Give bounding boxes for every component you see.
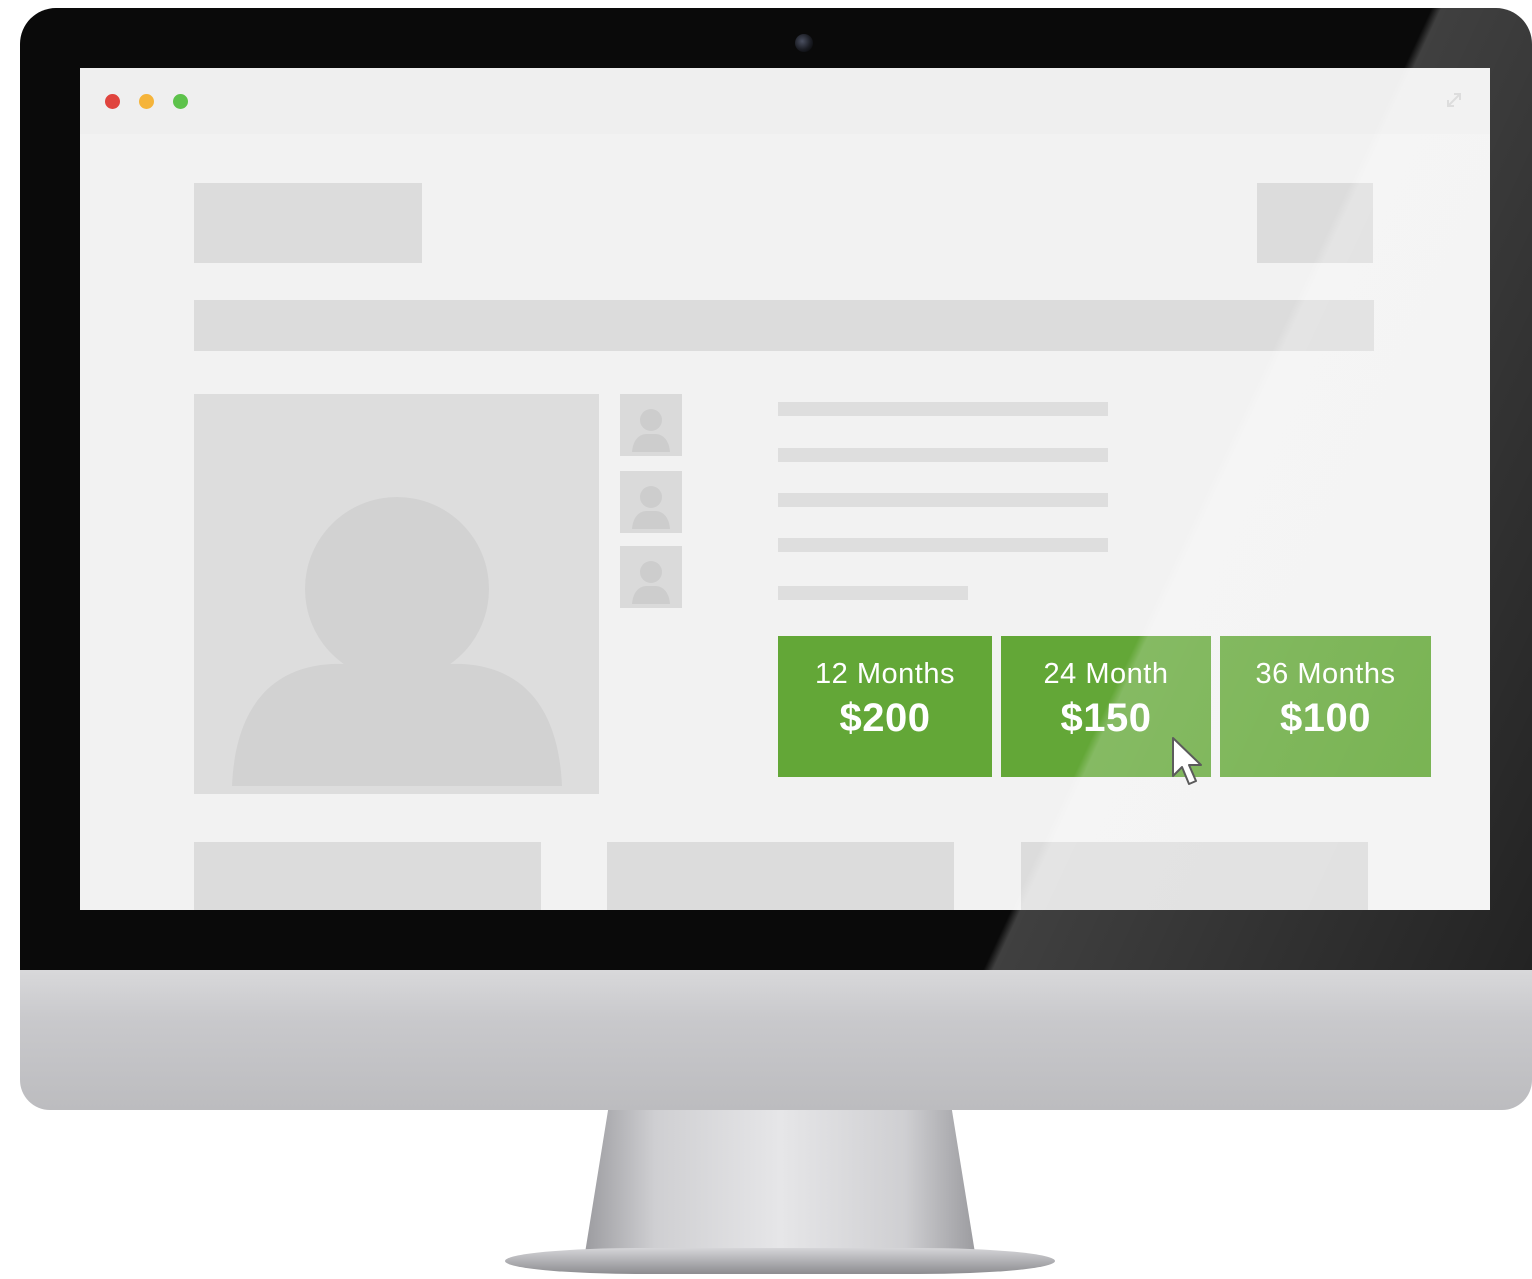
- thumbnail-2[interactable]: [620, 471, 682, 533]
- text-line-placeholder: [778, 586, 968, 600]
- pricing-price-label: $100: [1280, 696, 1371, 740]
- pricing-term-label: 36 Months: [1255, 658, 1396, 690]
- window-title-bar: [80, 68, 1490, 134]
- arrow-pointer-icon: [1172, 737, 1202, 785]
- text-line-placeholder: [778, 448, 1108, 462]
- text-line-placeholder: [778, 538, 1108, 552]
- navigation-bar-placeholder: [194, 300, 1374, 351]
- browser-window: 12 Months $200 24 Month $150 36 Months $…: [80, 68, 1490, 910]
- close-window-button[interactable]: [105, 94, 120, 109]
- pricing-option-36-months[interactable]: 36 Months $100: [1220, 636, 1431, 777]
- content-card-placeholder: [194, 842, 541, 910]
- thumbnail-3[interactable]: [620, 546, 682, 608]
- monitor-stand-neck: [585, 1108, 975, 1253]
- webcam-icon: [795, 34, 813, 52]
- user-avatar-icon: [632, 561, 670, 604]
- pricing-term-label: 12 Months: [815, 658, 955, 690]
- content-card-placeholder: [607, 842, 954, 910]
- pricing-price-label: $200: [839, 696, 931, 740]
- content-card-placeholder: [1021, 842, 1368, 910]
- monitor-stand-foot: [505, 1248, 1055, 1274]
- product-image-placeholder: [194, 394, 599, 794]
- text-line-placeholder: [778, 493, 1108, 507]
- logo-placeholder: [194, 183, 422, 263]
- user-avatar-icon: [632, 409, 670, 452]
- zoom-window-button[interactable]: [173, 94, 188, 109]
- minimize-window-button[interactable]: [139, 94, 154, 109]
- expand-arrows-icon[interactable]: [1444, 90, 1464, 110]
- pricing-option-12-months[interactable]: 12 Months $200: [778, 636, 992, 777]
- user-avatar-icon: [632, 486, 670, 529]
- header-button-placeholder[interactable]: [1257, 183, 1373, 263]
- pricing-term-label: 24 Month: [1043, 658, 1169, 690]
- text-line-placeholder: [778, 402, 1108, 416]
- user-avatar-icon: [232, 497, 562, 786]
- monitor-chin: [20, 968, 1532, 1110]
- pricing-price-label: $150: [1060, 696, 1152, 740]
- thumbnail-1[interactable]: [620, 394, 682, 456]
- desktop-monitor-mockup: 12 Months $200 24 Month $150 36 Months $…: [0, 0, 1532, 1279]
